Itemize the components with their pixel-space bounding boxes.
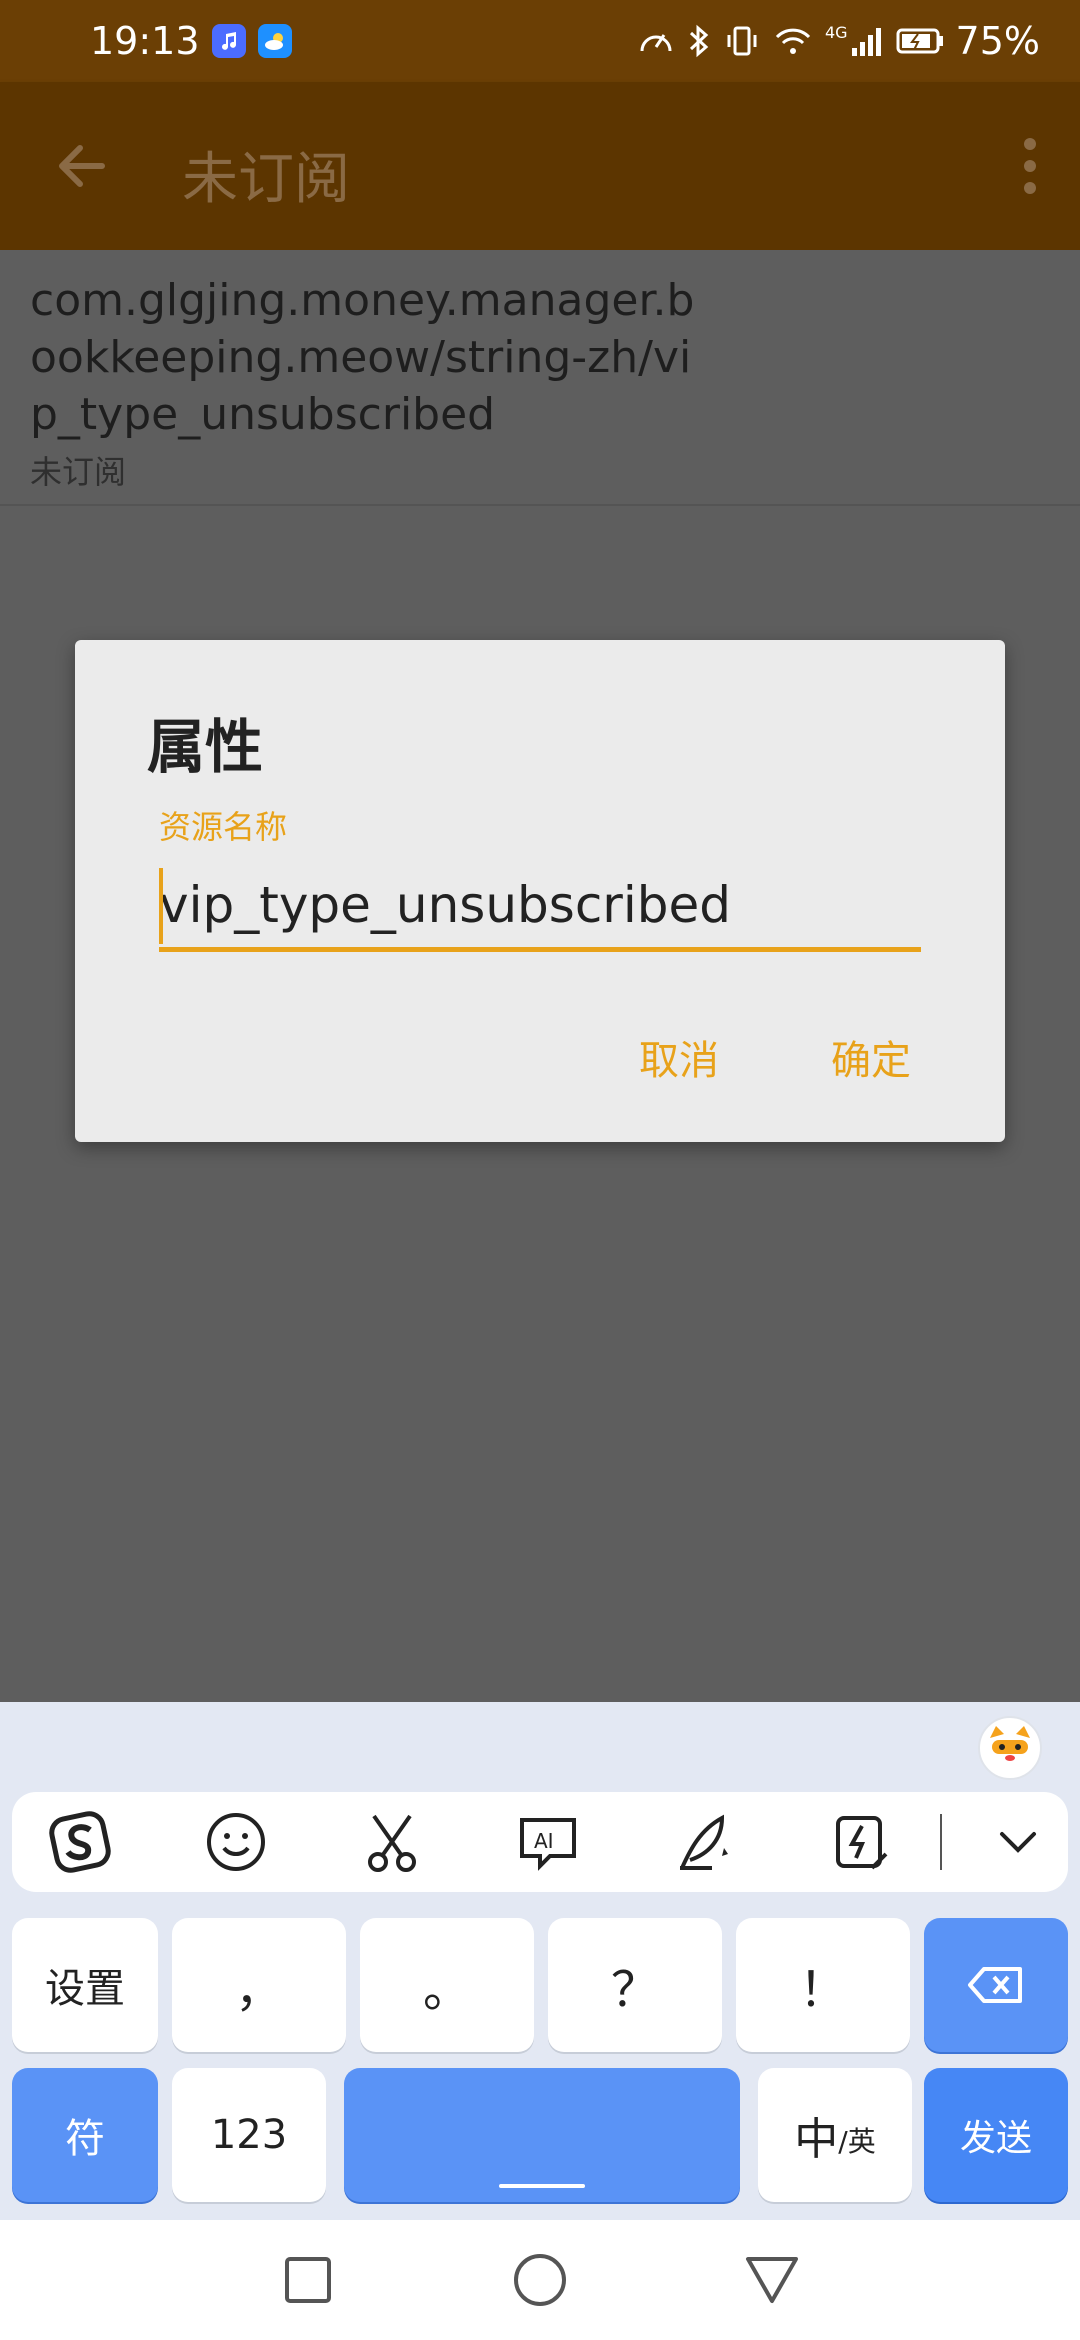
space-key[interactable] (344, 2068, 740, 2202)
dialog-title: 属性 (147, 713, 264, 781)
settings-key[interactable]: 设置 (12, 1918, 158, 2052)
question-key[interactable]: ？ (548, 1918, 722, 2052)
confirm-button[interactable]: 确定 (831, 1028, 911, 1086)
language-switch-key[interactable]: 中/英 (758, 2068, 912, 2202)
keyboard-toolbar: AI (12, 1792, 1068, 1892)
exclaim-key[interactable]: ！ (736, 1918, 910, 2052)
status-left: 19:13 (90, 19, 292, 63)
cancel-button[interactable]: 取消 (639, 1028, 719, 1086)
wifi-icon (775, 28, 811, 54)
resource-list-item[interactable]: com.glgjing.money.manager.bookkeeping.me… (0, 250, 1080, 506)
quick-phrase-icon[interactable] (828, 1810, 892, 1874)
toolbar-divider (940, 1814, 942, 1870)
battery-icon (896, 28, 943, 54)
scissors-icon[interactable] (360, 1810, 424, 1874)
back-nav-icon[interactable] (742, 2250, 802, 2310)
emoji-icon[interactable] (204, 1810, 268, 1874)
soft-keyboard: AI 设置 ， 。 ？ ！ 符 123 中/英 发送 (0, 1702, 1080, 2220)
network-type: 4G (824, 23, 848, 42)
resource-name-label: 资源名称 (159, 808, 288, 846)
vibrate-icon (727, 26, 757, 56)
status-right: 4G 75% (637, 19, 1040, 63)
svg-text:AI: AI (534, 1829, 554, 1853)
more-vert-icon[interactable] (1010, 134, 1050, 198)
resource-path: com.glgjing.money.manager.bookkeeping.me… (30, 275, 695, 440)
properties-dialog: 属性 资源名称 取消 确定 (75, 640, 1005, 1142)
backspace-icon (968, 1967, 1022, 2003)
music-app-icon (211, 24, 246, 58)
period-key[interactable]: 。 (360, 1918, 534, 2052)
quill-icon[interactable] (672, 1810, 736, 1874)
weather-app-icon (257, 24, 292, 58)
symbols-key[interactable]: 符 (12, 2068, 158, 2202)
lang-alt-label: /英 (838, 2125, 876, 2158)
ai-chat-icon[interactable]: AI (516, 1810, 580, 1874)
system-nav-bar (0, 2220, 1080, 2340)
send-key[interactable]: 发送 (924, 2068, 1068, 2202)
screen: 19:13 4G 75% 未订阅 com.glgjing.money.manag… (0, 0, 1080, 2340)
resource-name-input[interactable] (159, 862, 921, 948)
sogou-logo-icon[interactable] (48, 1810, 112, 1874)
resource-value: 未订阅 (30, 453, 127, 491)
bluetooth-icon (689, 24, 709, 58)
signal-icon (851, 28, 881, 56)
resource-name-field[interactable] (159, 862, 921, 952)
home-icon[interactable] (510, 2250, 570, 2310)
comma-key[interactable]: ， (172, 1918, 346, 2052)
chevron-down-icon[interactable] (986, 1810, 1050, 1874)
recents-icon[interactable] (278, 2250, 338, 2310)
back-arrow-icon[interactable] (52, 136, 112, 196)
page-title: 未订阅 (182, 147, 350, 212)
text-cursor (159, 868, 163, 944)
app-toolbar: 未订阅 (0, 82, 1080, 250)
mascot-icon[interactable] (978, 1716, 1042, 1780)
status-time: 19:13 (90, 19, 200, 63)
lang-main-label: 中 (794, 2114, 839, 2165)
space-bar-indicator (499, 2184, 585, 2188)
status-bar: 19:13 4G 75% (0, 0, 1080, 82)
speed-icon (640, 34, 672, 52)
backspace-key[interactable] (924, 1918, 1068, 2052)
numbers-key[interactable]: 123 (172, 2068, 326, 2202)
battery-percent: 75% (955, 19, 1040, 63)
